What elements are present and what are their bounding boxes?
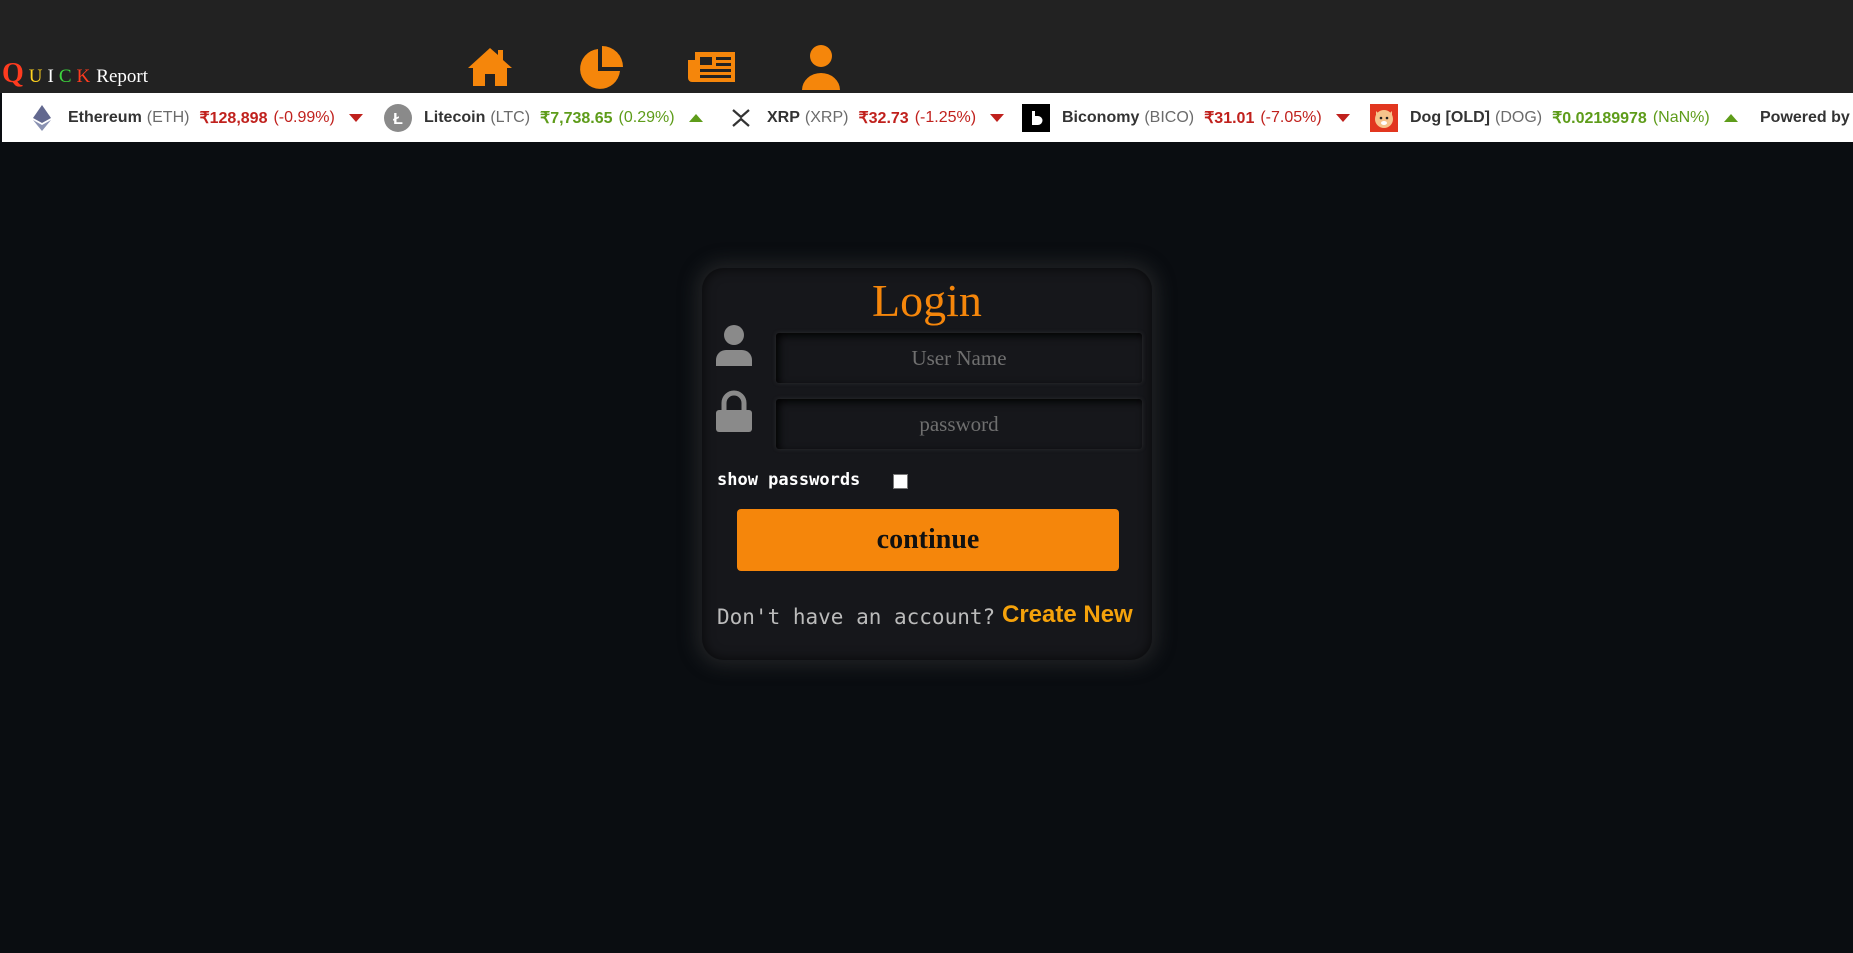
biconomy-logo-icon [1022, 103, 1050, 132]
password-input[interactable] [776, 399, 1142, 449]
user-icon [714, 324, 754, 368]
coin-symbol: (ETH) [146, 108, 190, 126]
coin-change: (-7.05%) [1260, 108, 1322, 126]
top-navbar: Q U I C K Report [0, 0, 1853, 93]
ticker-item[interactable]: Biconomy (BICO) ₹31.01 (-7.05%) [1022, 93, 1350, 142]
coin-price: ₹31.01 [1204, 109, 1255, 127]
brand-letter-i: I [47, 66, 54, 87]
username-input[interactable] [776, 333, 1142, 383]
pie-chart-icon[interactable] [576, 44, 626, 90]
ticker-item[interactable]: Ł Litecoin (LTC) ₹7,738.65 (0.29%) [384, 93, 703, 142]
no-account-text: Don't have an account? [717, 605, 996, 629]
coin-symbol: (LTC) [490, 108, 531, 126]
continue-button[interactable]: continue [737, 509, 1119, 571]
coin-change: (-1.25%) [914, 108, 977, 126]
coin-price: ₹128,898 [199, 109, 268, 127]
coin-symbol: (XRP) [804, 108, 849, 126]
coin-price: ₹0.02189978 [1552, 109, 1647, 127]
ticker-item[interactable]: XRP (XRP) ₹32.73 (-1.25%) [727, 93, 1005, 142]
down-arrow-icon [348, 113, 363, 122]
user-icon[interactable] [796, 44, 846, 90]
brand-letter-c: C [58, 66, 72, 87]
coin-change: (NaN%) [1652, 108, 1710, 126]
brand-letter-u: U [28, 66, 43, 87]
create-new-link[interactable]: Create New [1002, 601, 1133, 629]
up-arrow-icon [1723, 113, 1738, 122]
dog-logo-icon [1370, 103, 1398, 132]
ticker-item[interactable]: Ethereum (ETH) ₹128,898 (-0.99%) [28, 93, 363, 142]
brand-logo[interactable]: Q U I C K Report [2, 58, 148, 89]
down-arrow-icon [990, 113, 1005, 122]
svg-text:Ł: Ł [393, 111, 403, 128]
coin-price: ₹32.73 [858, 109, 909, 127]
show-passwords-label: show passwords [717, 470, 861, 490]
login-title: Login [872, 275, 982, 326]
coin-name: Litecoin [424, 108, 486, 126]
coin-name: Dog [OLD] [1410, 108, 1490, 126]
home-icon[interactable] [465, 44, 515, 90]
coin-symbol: (DOG) [1494, 108, 1543, 126]
litecoin-logo-icon: Ł [384, 103, 412, 132]
xrp-logo-icon [727, 104, 755, 132]
coin-change: (-0.99%) [273, 108, 335, 126]
brand-letter-q: Q [2, 58, 24, 89]
brand-suffix: Report [96, 66, 148, 87]
ethereum-logo-icon [28, 104, 56, 132]
brand-letter-k: K [76, 66, 91, 87]
lock-icon [714, 390, 754, 434]
login-card: Login show passwords continue Don't have… [702, 268, 1152, 660]
news-icon[interactable] [687, 44, 737, 90]
up-arrow-icon [688, 113, 703, 122]
down-arrow-icon [1335, 113, 1350, 122]
coin-name: XRP [767, 108, 800, 126]
coin-price: ₹7,738.65 [540, 109, 613, 127]
ticker-item[interactable]: Dog [OLD] (DOG) ₹0.02189978 (NaN%) [1370, 93, 1738, 142]
crypto-ticker: Ethereum (ETH) ₹128,898 (-0.99%) Ł Litec… [2, 93, 1853, 142]
coin-name: Biconomy [1062, 108, 1140, 126]
coin-change: (0.29%) [618, 108, 675, 126]
coin-name: Ethereum [68, 108, 142, 126]
powered-by-link[interactable]: Powered by [1760, 93, 1850, 142]
coin-symbol: (BICO) [1144, 108, 1195, 126]
show-passwords-checkbox[interactable] [893, 474, 908, 489]
